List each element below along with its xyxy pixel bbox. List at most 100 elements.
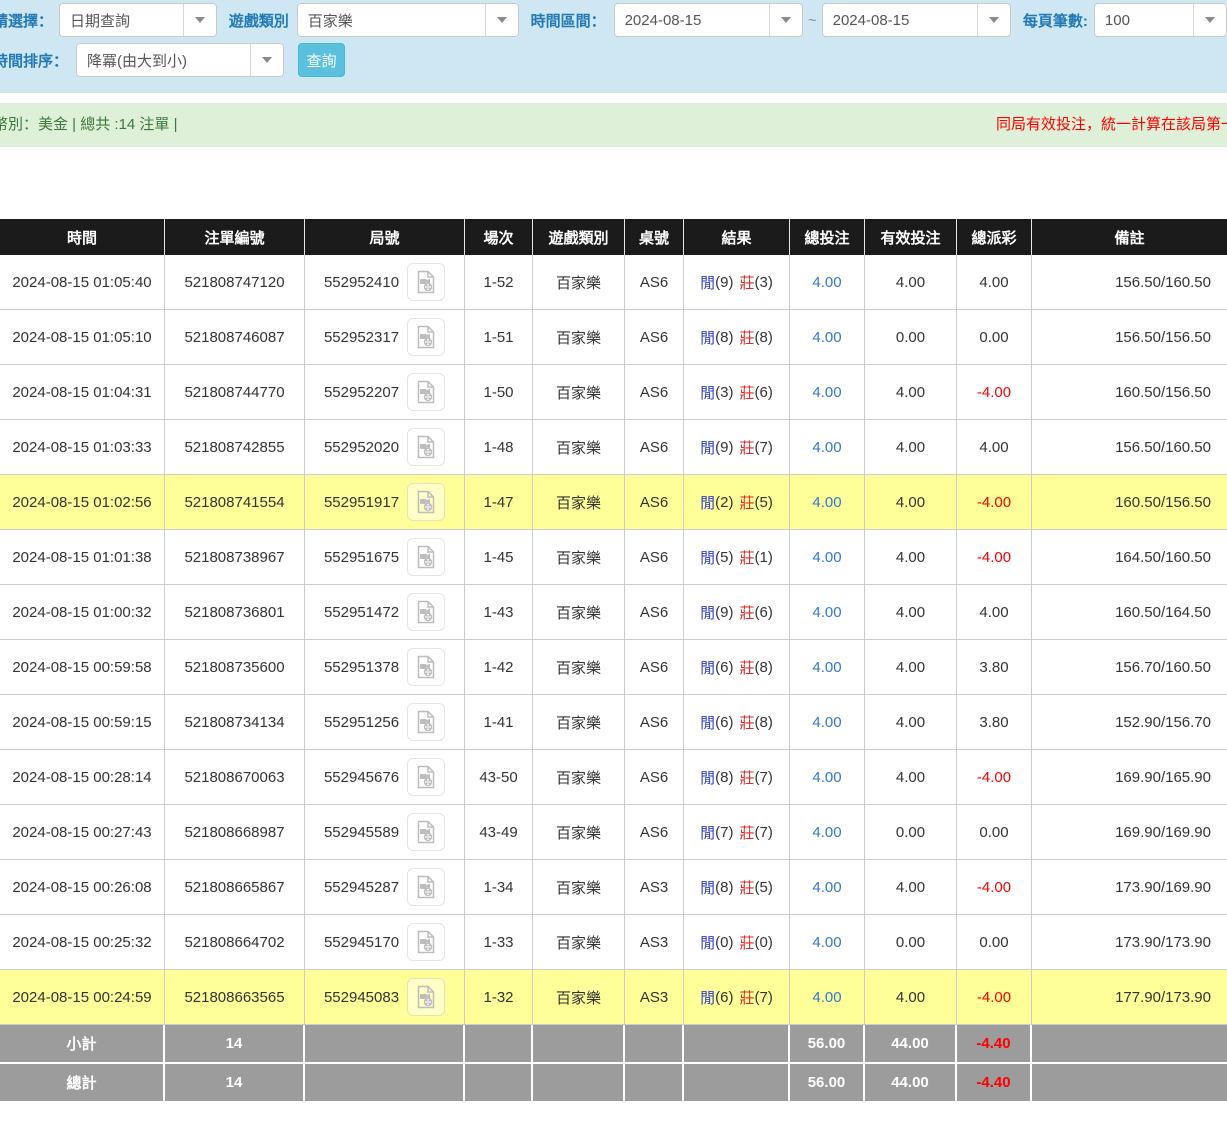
total-bet-link[interactable]: 4.00 [812, 439, 841, 456]
cell-result: 閒(9)莊(7) [684, 420, 790, 474]
video-file-icon [414, 270, 438, 294]
player-result-value: (6) [715, 989, 733, 1006]
cell-total-bet: 4.00 [790, 970, 865, 1024]
player-result-label: 閒 [700, 437, 715, 458]
cell-payout: 0.00 [957, 805, 1032, 859]
table-row: 2024-08-15 00:28:14 521808670063 5529456… [0, 750, 1227, 805]
player-result-label: 閒 [700, 822, 715, 843]
video-file-icon [414, 820, 438, 844]
total-bet-link[interactable]: 4.00 [812, 769, 841, 786]
info-bar: 幣別：美金 | 總共 :14 注單 | 同局有效投注，統一計算在該局第一張 [0, 103, 1227, 147]
video-file-icon [414, 380, 438, 404]
total-bet-link[interactable]: 4.00 [812, 879, 841, 896]
cell-payout: -4.00 [957, 750, 1032, 804]
cell-round: 552945287 [305, 860, 465, 914]
video-replay-button[interactable] [407, 648, 445, 686]
video-replay-button[interactable] [407, 483, 445, 521]
table-row: 2024-08-15 00:59:15 521808734134 5529512… [0, 695, 1227, 750]
sort-order-label: 時間排序： [0, 50, 68, 71]
video-file-icon [414, 435, 438, 459]
video-replay-button[interactable] [407, 923, 445, 961]
total-bet-link[interactable]: 4.00 [812, 934, 841, 951]
total-bet-link[interactable]: 4.00 [812, 604, 841, 621]
total-bet-link[interactable]: 4.00 [812, 329, 841, 346]
video-replay-button[interactable] [407, 318, 445, 356]
banker-result-label: 莊 [740, 987, 755, 1008]
video-file-icon [414, 545, 438, 569]
banker-result-label: 莊 [740, 382, 755, 403]
cell-round: 552951256 [305, 695, 465, 749]
video-replay-button[interactable] [407, 978, 445, 1016]
player-result-value: (9) [715, 274, 733, 291]
video-replay-button[interactable] [407, 538, 445, 576]
cell-table: AS6 [625, 585, 684, 639]
cell-valid-bet: 4.00 [865, 695, 957, 749]
game-type-select[interactable]: 百家樂 [297, 3, 519, 37]
cell-valid-bet: 4.00 [865, 475, 957, 529]
total-bet-link[interactable]: 4.00 [812, 549, 841, 566]
player-result-label: 閒 [700, 712, 715, 733]
video-replay-button[interactable] [407, 373, 445, 411]
cell-table: AS6 [625, 695, 684, 749]
player-result-value: (8) [715, 879, 733, 896]
page-size-select[interactable]: 100 [1094, 3, 1227, 37]
query-type-select[interactable]: 日期查詢 [59, 3, 217, 37]
cell-table: AS6 [625, 475, 684, 529]
banker-result-label: 莊 [740, 602, 755, 623]
currency-summary: 幣別：美金 | 總共 :14 注單 | [0, 103, 177, 147]
cell-bet-id: 521808670063 [165, 750, 305, 804]
chevron-down-icon [977, 4, 1010, 36]
video-replay-button[interactable] [407, 758, 445, 796]
header-bet-id: 注單編號 [165, 219, 305, 255]
cell-round: 552952020 [305, 420, 465, 474]
page-size-value: 100 [1095, 4, 1193, 36]
video-replay-button[interactable] [407, 428, 445, 466]
cell-game: 百家樂 [533, 420, 625, 474]
cell-game: 百家樂 [533, 475, 625, 529]
cell-result: 閒(5)莊(1) [684, 530, 790, 584]
cell-session: 1-45 [465, 530, 533, 584]
total-bet-link[interactable]: 4.00 [812, 659, 841, 676]
player-result-label: 閒 [700, 767, 715, 788]
cell-note: 160.50/156.50 [1032, 475, 1227, 529]
header-time: 時間 [0, 219, 165, 255]
sort-order-select[interactable]: 降冪(由大到小) [76, 43, 284, 77]
table-row: 2024-08-15 00:27:43 521808668987 5529455… [0, 805, 1227, 860]
cell-payout: 4.00 [957, 420, 1032, 474]
total-bet-link[interactable]: 4.00 [812, 989, 841, 1006]
player-result-value: (0) [715, 934, 733, 951]
banker-result-value: (5) [755, 879, 773, 896]
query-type-value: 日期查詢 [60, 4, 183, 36]
cell-total-bet: 4.00 [790, 640, 865, 694]
player-result-value: (6) [715, 659, 733, 676]
cell-payout: 4.00 [957, 585, 1032, 639]
cell-valid-bet: 0.00 [865, 805, 957, 859]
cell-total-bet: 4.00 [790, 420, 865, 474]
video-replay-button[interactable] [407, 593, 445, 631]
cell-session: 1-51 [465, 310, 533, 364]
query-button[interactable]: 查詢 [298, 43, 345, 77]
total-bet-link[interactable]: 4.00 [812, 384, 841, 401]
cell-valid-bet: 4.00 [865, 860, 957, 914]
video-replay-button[interactable] [407, 703, 445, 741]
total-bet-link[interactable]: 4.00 [812, 824, 841, 841]
date-from-input[interactable]: 2024-08-15 [614, 3, 803, 37]
cell-bet-id: 521808741554 [165, 475, 305, 529]
cell-result: 閒(9)莊(6) [684, 585, 790, 639]
cell-bet-id: 521808665867 [165, 860, 305, 914]
cell-bet-id: 521808663565 [165, 970, 305, 1024]
cell-time: 2024-08-15 00:59:15 [0, 695, 165, 749]
total-bet-link[interactable]: 4.00 [812, 274, 841, 291]
video-replay-button[interactable] [407, 868, 445, 906]
grand-total-row: 總計 14 56.00 44.00 -4.40 [0, 1064, 1227, 1101]
cell-session: 1-42 [465, 640, 533, 694]
video-replay-button[interactable] [407, 263, 445, 301]
total-bet-link[interactable]: 4.00 [812, 494, 841, 511]
cell-game: 百家樂 [533, 530, 625, 584]
cell-table: AS6 [625, 420, 684, 474]
cell-table: AS6 [625, 365, 684, 419]
date-to-input[interactable]: 2024-08-15 [822, 3, 1011, 37]
video-replay-button[interactable] [407, 813, 445, 851]
cell-session: 1-41 [465, 695, 533, 749]
total-bet-link[interactable]: 4.00 [812, 714, 841, 731]
